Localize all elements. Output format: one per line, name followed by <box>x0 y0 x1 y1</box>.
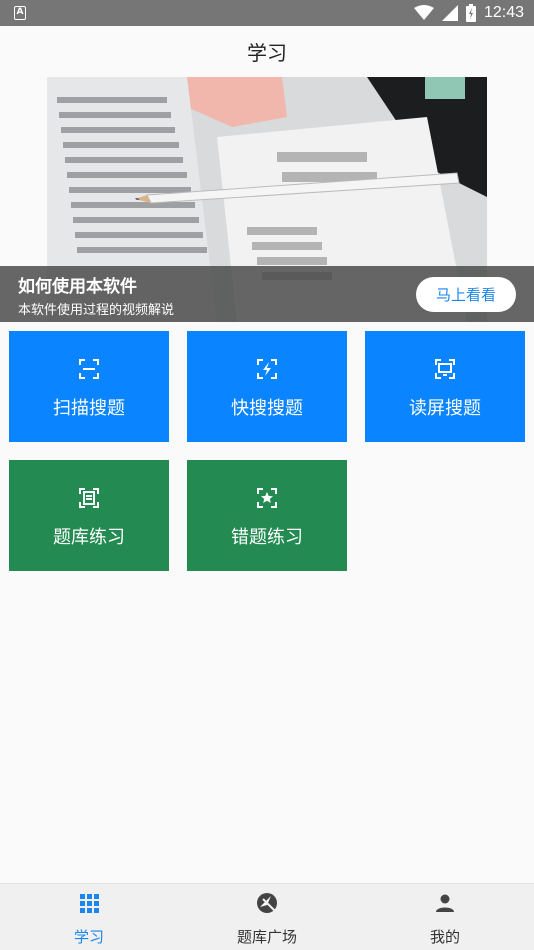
bottom-navigation: 学习 题库广场 我的 <box>0 883 534 950</box>
banner-subtitle: 本软件使用过程的视频解说 <box>18 303 175 318</box>
app-header: 学习 <box>0 26 534 76</box>
tile-label: 读屏搜题 <box>409 398 481 419</box>
screen-read-search-tile[interactable]: 读屏搜题 <box>365 331 525 442</box>
star-mistakes-icon <box>257 488 277 508</box>
mistakes-practice-tile[interactable]: 错题练习 <box>187 460 347 571</box>
nav-label: 我的 <box>429 928 460 946</box>
page-title: 学习 <box>247 40 287 65</box>
flash-search-icon <box>257 359 277 379</box>
notification-icon: A <box>14 6 26 20</box>
quick-search-tile[interactable]: 快搜搜题 <box>187 331 347 442</box>
scan-search-tile[interactable]: 扫描搜题 <box>9 331 169 442</box>
compass-icon <box>257 893 277 913</box>
screen-read-icon <box>435 359 455 379</box>
person-icon <box>436 894 454 912</box>
scan-icon <box>79 359 99 379</box>
question-bank-tile[interactable]: 题库练习 <box>9 460 169 571</box>
nav-item-question-plaza[interactable]: 题库广场 <box>178 884 356 950</box>
nav-item-study[interactable]: 学习 <box>0 884 178 950</box>
grid-icon <box>80 894 99 913</box>
tile-label: 错题练习 <box>231 527 303 548</box>
wifi-icon <box>413 5 434 20</box>
cell-signal-icon <box>441 5 458 21</box>
nav-label: 学习 <box>73 928 104 946</box>
battery-icon <box>465 4 476 22</box>
question-bank-icon <box>79 488 99 508</box>
tile-label: 快搜搜题 <box>231 398 303 419</box>
clock: 12:43 <box>483 4 524 21</box>
tile-label: 题库练习 <box>53 527 125 548</box>
nav-item-mine[interactable]: 我的 <box>356 884 534 950</box>
watch-now-button[interactable]: 马上看看 <box>416 277 516 312</box>
status-bar: A 12:43 <box>0 0 534 26</box>
nav-label: 题库广场 <box>236 928 297 946</box>
tile-label: 扫描搜题 <box>53 398 125 419</box>
banner-title: 如何使用本软件 <box>18 277 137 297</box>
